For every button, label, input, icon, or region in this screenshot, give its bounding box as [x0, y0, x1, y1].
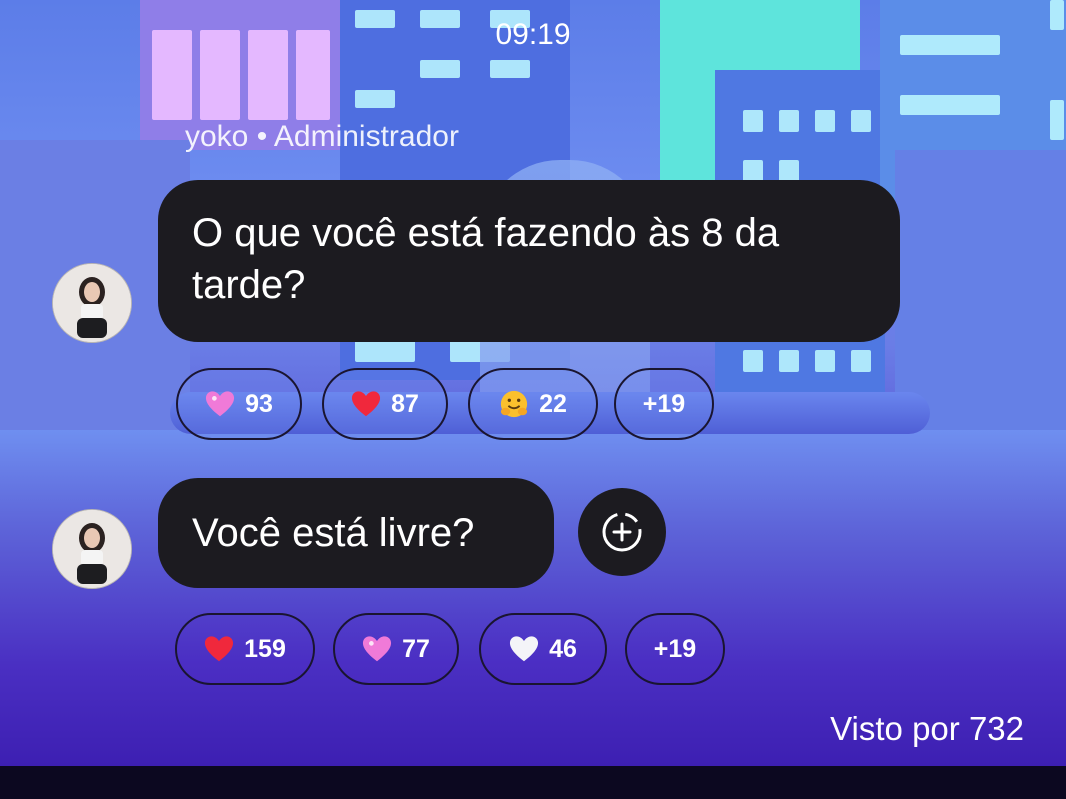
reaction-count: 87 [391, 389, 419, 418]
sender-label: yoko • Administrador [185, 120, 459, 153]
red-heart-icon [205, 636, 234, 662]
hugging-face-emoji-icon [500, 390, 528, 418]
reaction-chip[interactable]: 77 [333, 613, 459, 685]
reaction-chip[interactable]: 93 [176, 368, 302, 440]
message-bubble[interactable]: O que você está fazendo às 8 da tarde? [158, 180, 900, 342]
red-heart-icon [352, 391, 381, 417]
avatar-photo [53, 264, 131, 342]
reaction-more-chip[interactable]: +19 [614, 368, 714, 440]
reaction-chip[interactable]: 159 [175, 613, 315, 685]
reaction-chip[interactable]: 46 [479, 613, 607, 685]
reaction-count: 77 [402, 634, 430, 663]
pink-sparkling-heart-icon [363, 636, 392, 662]
message-text: O que você está fazendo às 8 da tarde? [192, 211, 780, 307]
reaction-chip[interactable]: 22 [468, 368, 598, 440]
message-bubble[interactable]: Você está livre? [158, 478, 554, 588]
reaction-count: 93 [245, 389, 273, 418]
status-time: 09:19 [495, 18, 571, 51]
pink-sparkling-heart-icon [206, 391, 235, 417]
avatar-photo [53, 510, 131, 588]
bottom-bar [0, 766, 1066, 799]
reaction-count: 46 [549, 634, 577, 663]
white-heart-icon [510, 636, 539, 662]
add-reaction-button[interactable] [578, 488, 666, 576]
sender-avatar[interactable] [52, 509, 132, 589]
reaction-count: +19 [642, 389, 686, 418]
reaction-count: 159 [244, 634, 286, 663]
reaction-count: 22 [539, 389, 567, 418]
sender-avatar[interactable] [52, 263, 132, 343]
seen-by-count[interactable]: Visto por 732 [830, 710, 1024, 748]
reaction-more-chip[interactable]: +19 [625, 613, 725, 685]
reaction-count: +19 [653, 634, 697, 663]
reaction-chip[interactable]: 87 [322, 368, 448, 440]
add-reaction-icon [602, 512, 642, 552]
message-text: Você está livre? [192, 511, 475, 555]
